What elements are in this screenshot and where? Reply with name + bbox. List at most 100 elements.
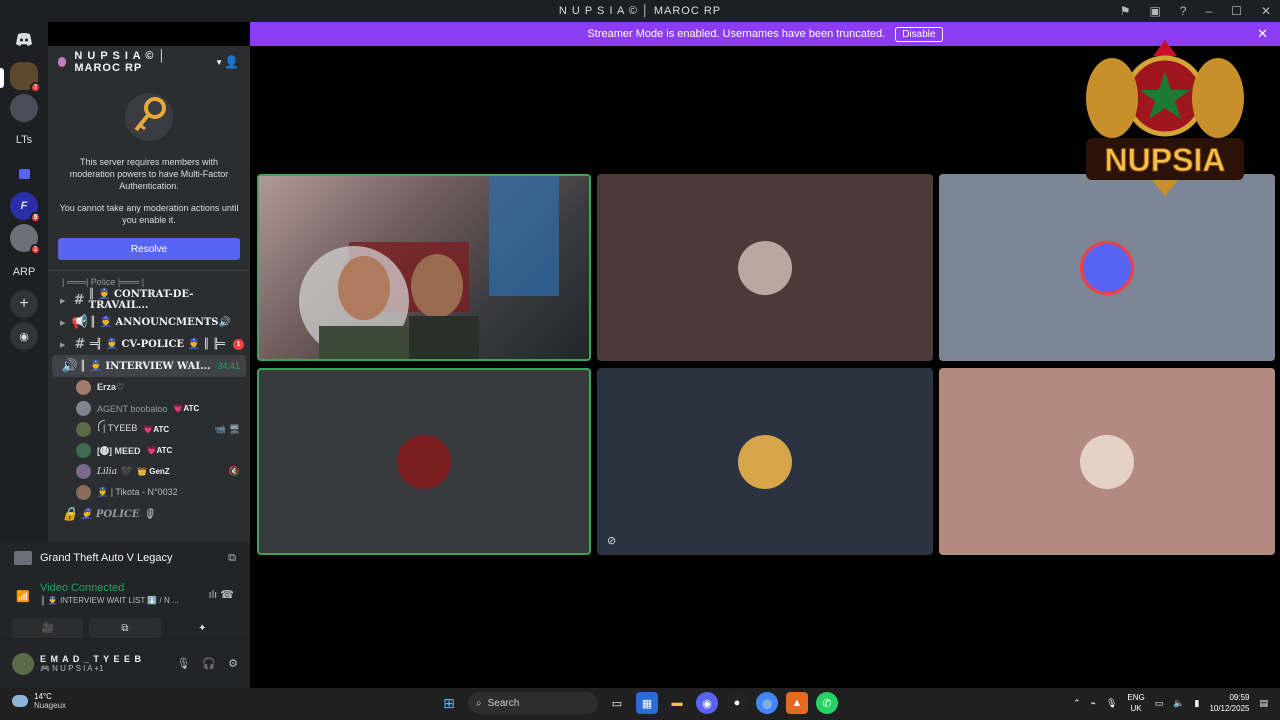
folder-icon[interactable] [10,160,38,188]
display-icon[interactable]: ▭ [1155,698,1164,709]
clock[interactable]: 09:59 10/12/2025 [1209,692,1249,714]
connection-channel[interactable]: ║ 👮 INTERVIEW WAIT LIST ⬇️ / N ... [40,596,236,605]
camera-off-icon: ⊘ [607,535,617,547]
voice-member[interactable]: [🅜] MEED 💗ATC [48,440,250,461]
role-tag: 💗ATC [173,404,200,413]
voice-channel-interview[interactable]: 🔊 ║ 👮 INTERVIEW WAI... 34:41 [52,355,246,377]
locked-channel-police[interactable]: 🔒 👮 POLICE 🎙 [48,503,250,525]
file-explorer-icon[interactable]: ▬ [666,692,688,714]
window-title: N U P S I A © │ MAROC RP [558,5,722,17]
server-icon-3[interactable]: 1 [10,224,41,255]
voice-member[interactable]: Erza♡ [48,377,250,398]
channel-sidebar: N U P S I A © │ MAROC RP ▼ 👤 This server… [48,46,250,542]
resolve-button[interactable]: Resolve [58,238,240,260]
store-icon[interactable]: ▦ [636,692,658,714]
inbox-icon[interactable]: ⚑ [1120,4,1132,18]
muted-icon: 🔇 [228,466,240,476]
maximize-button[interactable]: ☐ [1231,4,1243,18]
search-icon: ⌕ [476,697,482,709]
help-icon[interactable]: ? [1180,4,1188,18]
screen-share-button[interactable]: ⧉ [89,618,161,638]
avatar [1080,434,1134,489]
username: E M A D _ T Y E E B [40,654,143,664]
channel-contrat[interactable]: ▶ # ║ 👮 CONTRAT-DE-TRAVAIL... [48,289,250,311]
close-icon[interactable]: ✕ [1257,26,1268,42]
disable-button[interactable]: Disable [895,26,943,42]
voice-connection: 📶 Video Connected ║ 👮 INTERVIEW WAIT LIS… [0,574,250,614]
video-tile-user-6[interactable] [939,368,1275,555]
server-icon-nupsia[interactable]: 7 [10,62,41,93]
weather-widget[interactable]: 14°C Nuageux [12,692,66,710]
video-tile-camera[interactable] [257,174,591,361]
voice-member[interactable]: ꪶ | TYEEB 💗ATC 📹 🖥 [48,419,250,440]
avatar [76,422,91,437]
minimize-button[interactable]: – [1205,4,1213,18]
camera-button[interactable]: 🎥 [12,618,84,638]
battery-icon[interactable]: ▮ [1194,698,1199,709]
close-window-button[interactable]: ✕ [1261,4,1272,18]
category-police[interactable]: | ═══| Police |═══ | [48,275,250,289]
screen-icon[interactable]: ▣ [1149,4,1161,18]
voice-member[interactable]: AGENT boobaloo 💗ATC [48,398,250,419]
language-indicator[interactable]: ENG UK [1127,692,1144,714]
voice-member[interactable]: 👮 | Tikota - N°0032 [48,482,250,503]
whatsapp-icon[interactable]: ✆ [816,692,838,714]
server-icon-2[interactable] [10,94,38,122]
gear-icon[interactable]: ⚙ [228,657,238,670]
volume-icon[interactable]: 🔈 [1173,698,1184,709]
channel-cv-police[interactable]: ▶ # ═╣ 👮 CV-POLICE 👮 ║ ╠═ 1 [48,333,250,355]
video-tile-user-2[interactable] [597,174,933,361]
voice-member[interactable]: Lilia 🖤 👑 GenZ 🔇 [48,461,250,482]
role-tag: 💗ATC [146,446,173,455]
video-live-icon: 📹 🖥 [214,424,240,434]
chrome-icon[interactable]: ◎ [756,692,778,714]
hash-icon: # [73,292,85,308]
video-tile-user-5[interactable]: ⊘ [597,368,933,555]
headphones-icon[interactable]: 🎧 [202,657,216,670]
video-tile-user-3[interactable] [939,174,1275,361]
stream-game-icon[interactable]: ⧉ [228,552,236,565]
app-icon-2[interactable]: ▲ [786,692,808,714]
banner-text: Streamer Mode is enabled. Usernames have… [587,28,886,40]
notification-icon[interactable]: ▤ [1259,698,1268,709]
add-server-icon[interactable]: + [10,290,38,318]
network-icon[interactable]: ⌁ [1091,698,1096,709]
divider [48,270,250,271]
server-icon-arp[interactable]: ARP [10,258,38,286]
microphone-tray-icon[interactable]: 🎙 [1106,698,1117,709]
server-header[interactable]: N U P S I A © │ MAROC RP ▼ 👤 [48,46,250,78]
signal-icon: 📶 [16,591,30,603]
chevron-down-icon: ▼ [215,57,225,67]
discord-home-icon[interactable] [10,26,38,54]
chevron-right-icon: ▶ [60,317,66,327]
app-icon[interactable]: ● [726,692,748,714]
discord-avatar-icon [1080,240,1134,295]
avatar [76,443,91,458]
windows-start-icon[interactable]: ⊞ [438,692,460,714]
task-view-icon[interactable]: ▭ [606,692,628,714]
camera-feed [299,176,559,359]
game-activity[interactable]: Grand Theft Auto V Legacy ⧉ [0,542,250,574]
activities-button[interactable]: ✦ [167,618,238,638]
server-name: N U P S I A © │ MAROC RP [74,50,167,74]
discord-taskbar-icon[interactable]: ◉ [696,692,718,714]
server-icon-f[interactable]: F 5 [10,192,41,223]
avatar[interactable] [12,652,34,675]
role-tag: 👑 GenZ [137,467,170,476]
lock-icon: 🔒 [61,506,79,522]
mention-badge: 7 [30,82,41,93]
disconnect-icon[interactable]: ılı ☎ [209,588,234,601]
microphone-icon[interactable]: 🎙 [176,657,190,670]
connection-status: Video Connected [40,582,125,594]
video-tile-user-4[interactable] [257,368,591,555]
server-icon-lts[interactable]: LTs [10,126,38,154]
taskbar: 14°C Nuageux ⊞ ⌕ Search ▭ ▦ ▬ ◉ ● ◎ ▲ ✆ … [0,688,1280,720]
voice-timer: 34:41 [217,361,240,371]
chevron-up-icon[interactable]: ⌃ [1073,698,1081,709]
system-tray: ⌃ ⌁ 🎙 ENG UK ▭ 🔈 ▮ 09:59 10/12/2025 ▤ [1073,692,1268,714]
invite-icon[interactable]: 👤 [224,55,240,69]
discover-icon[interactable]: ◉ [10,322,38,350]
unread-count-badge: 1 [233,338,244,350]
search-box[interactable]: ⌕ Search [468,692,598,714]
channel-announcments[interactable]: ▶ 📢 ║ 👮 ANNOUNCMENTS🔊 [48,311,250,333]
